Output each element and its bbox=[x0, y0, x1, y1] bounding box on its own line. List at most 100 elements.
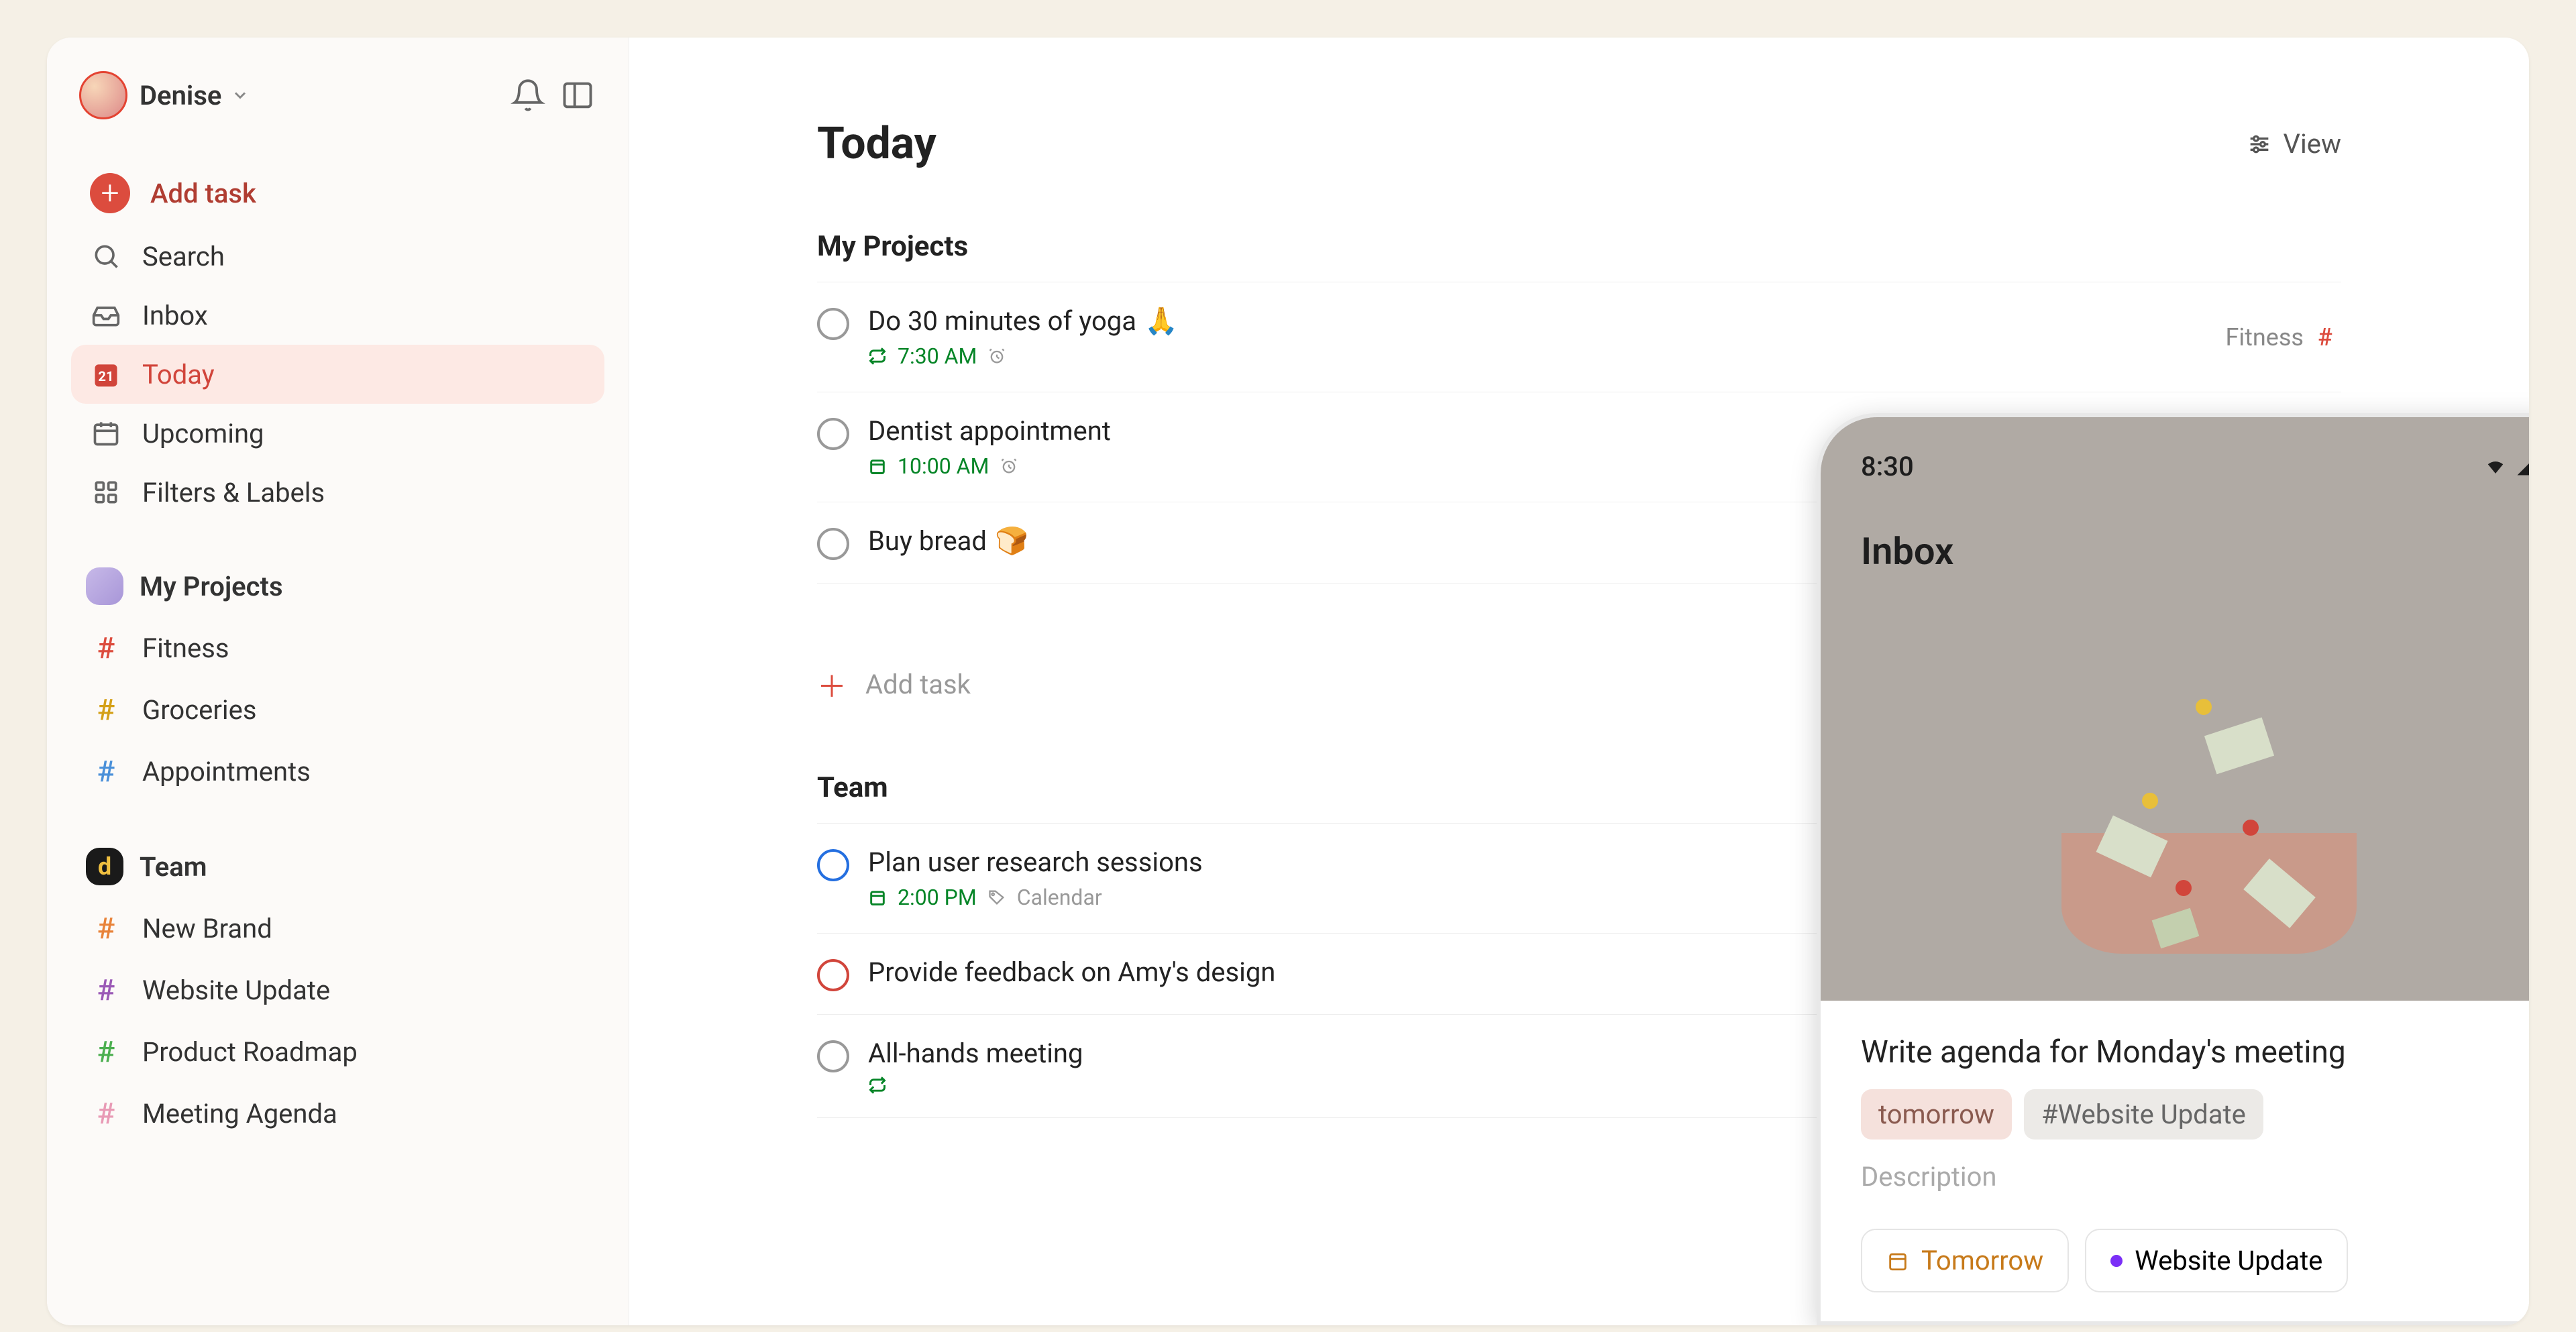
chip-date[interactable]: tomorrow bbox=[1861, 1089, 2012, 1140]
sidebar-item-search[interactable]: Search bbox=[71, 227, 604, 286]
project-product-roadmap[interactable]: # Product Roadmap bbox=[71, 1021, 604, 1083]
sliders-icon bbox=[2246, 131, 2273, 158]
task-emoji: 🍞 bbox=[995, 525, 1028, 557]
task-title: Provide feedback on Amy's design bbox=[868, 956, 1275, 988]
chip-project[interactable]: #Website Update bbox=[2024, 1089, 2263, 1140]
task-project-tag[interactable]: Fitness # bbox=[2225, 323, 2341, 351]
pill-project-label: Website Update bbox=[2135, 1245, 2322, 1276]
phone-inbox-title: Inbox bbox=[1861, 529, 1953, 573]
notifications-icon[interactable] bbox=[509, 76, 547, 114]
task-checkbox[interactable] bbox=[817, 528, 849, 560]
recurring-icon bbox=[868, 347, 887, 366]
task-checkbox[interactable] bbox=[817, 308, 849, 340]
today-label: Today bbox=[142, 359, 215, 390]
plus-icon: ＋ bbox=[817, 663, 847, 706]
alarm-icon bbox=[1000, 457, 1018, 476]
project-label: Product Roadmap bbox=[142, 1036, 358, 1068]
phone-top: 8:30 Inbox bbox=[1821, 417, 2529, 1001]
task-checkbox[interactable] bbox=[817, 959, 849, 991]
project-fitness[interactable]: # Fitness bbox=[71, 617, 604, 679]
add-task-label: Add task bbox=[150, 178, 256, 209]
phone-add-task-sheet: Write agenda for Monday's meeting tomorr… bbox=[1821, 1001, 2529, 1292]
myprojects-avatar-icon bbox=[86, 567, 123, 605]
task-checkbox[interactable] bbox=[817, 849, 849, 881]
date-icon bbox=[868, 457, 887, 476]
alarm-icon bbox=[987, 347, 1006, 366]
panel-toggle-icon[interactable] bbox=[559, 76, 596, 114]
task-row[interactable]: Do 30 minutes of yoga 🙏 7:30 AM bbox=[817, 282, 2341, 392]
task-time: 10:00 AM bbox=[898, 453, 989, 479]
myprojects-header[interactable]: My Projects bbox=[71, 555, 604, 617]
sidebar-item-today[interactable]: 21 Today bbox=[71, 345, 604, 404]
hash-icon: # bbox=[90, 1096, 122, 1131]
project-appointments[interactable]: # Appointments bbox=[71, 740, 604, 802]
view-button[interactable]: View bbox=[2246, 128, 2341, 160]
project-groceries[interactable]: # Groceries bbox=[71, 679, 604, 740]
chevron-down-icon[interactable] bbox=[231, 86, 250, 105]
task-title: Dentist appointment bbox=[868, 415, 1111, 447]
hash-icon: # bbox=[90, 1034, 122, 1069]
project-website-update[interactable]: # Website Update bbox=[71, 959, 604, 1021]
pill-project[interactable]: Website Update bbox=[2085, 1229, 2348, 1292]
add-task-label: Add task bbox=[865, 669, 971, 700]
task-time: 7:30 AM bbox=[898, 343, 977, 369]
search-label: Search bbox=[142, 241, 225, 272]
sheet-description-placeholder[interactable]: Description bbox=[1861, 1161, 2529, 1192]
svg-text:21: 21 bbox=[98, 368, 113, 384]
grid-icon bbox=[90, 476, 122, 508]
pill-date[interactable]: Tomorrow bbox=[1861, 1229, 2069, 1292]
calendar-icon bbox=[90, 417, 122, 449]
user-avatar[interactable] bbox=[79, 71, 127, 119]
filters-label: Filters & Labels bbox=[142, 477, 325, 508]
task-body: Do 30 minutes of yoga 🙏 7:30 AM bbox=[868, 305, 2206, 369]
sheet-chips: tomorrow #Website Update bbox=[1861, 1089, 2529, 1140]
search-icon bbox=[90, 240, 122, 272]
view-label: View bbox=[2284, 128, 2341, 160]
team-label: Team bbox=[140, 851, 207, 883]
empty-state-illustration bbox=[2008, 672, 2410, 954]
user-name[interactable]: Denise bbox=[140, 80, 221, 111]
tag-label: Fitness bbox=[2225, 323, 2304, 351]
project-label: Appointments bbox=[142, 756, 311, 787]
main-header: Today View bbox=[817, 118, 2341, 170]
project-color-dot-icon bbox=[2110, 1255, 2123, 1267]
task-checkbox[interactable] bbox=[817, 1040, 849, 1072]
task-title: Plan user research sessions bbox=[868, 846, 1203, 878]
label-icon bbox=[987, 888, 1006, 907]
hash-icon: # bbox=[90, 973, 122, 1007]
sidebar-item-inbox[interactable]: Inbox bbox=[71, 286, 604, 345]
sheet-task-title[interactable]: Write agenda for Monday's meeting bbox=[1861, 1034, 2529, 1070]
hash-icon: # bbox=[90, 692, 122, 727]
pill-date-label: Tomorrow bbox=[1921, 1245, 2043, 1276]
project-label: Fitness bbox=[142, 632, 229, 664]
sidebar-item-upcoming[interactable]: Upcoming bbox=[71, 404, 604, 463]
project-meeting-agenda[interactable]: # Meeting Agenda bbox=[71, 1083, 604, 1144]
upcoming-label: Upcoming bbox=[142, 418, 264, 449]
task-title: Buy bread bbox=[868, 525, 987, 557]
phone-time: 8:30 bbox=[1861, 451, 1914, 482]
task-checkbox[interactable] bbox=[817, 418, 849, 450]
sidebar-header: Denise bbox=[71, 71, 604, 119]
project-label: Website Update bbox=[142, 975, 330, 1006]
inbox-icon bbox=[90, 299, 122, 331]
wifi-icon bbox=[2482, 457, 2509, 477]
team-header[interactable]: d Team bbox=[71, 836, 604, 897]
calendar-icon bbox=[1886, 1250, 1909, 1272]
phone-inbox-header: Inbox bbox=[1861, 529, 2529, 573]
project-new-brand[interactable]: # New Brand bbox=[71, 897, 604, 959]
task-time: 2:00 PM bbox=[898, 885, 977, 910]
phone-mockup: 8:30 Inbox bbox=[1817, 413, 2529, 1325]
task-title: All-hands meeting bbox=[868, 1038, 1083, 1069]
sheet-pill-row: Tomorrow Website Update bbox=[1861, 1229, 2529, 1292]
hash-icon: # bbox=[90, 630, 122, 665]
sidebar-item-filters[interactable]: Filters & Labels bbox=[71, 463, 604, 522]
signal-icon bbox=[2514, 457, 2529, 477]
task-title: Do 30 minutes of yoga bbox=[868, 305, 1136, 337]
add-task-button[interactable]: + Add task bbox=[71, 160, 604, 227]
plus-icon: + bbox=[90, 173, 130, 213]
inbox-label: Inbox bbox=[142, 300, 208, 331]
phone-status-bar: 8:30 bbox=[1861, 451, 2529, 482]
app-window: Denise + Add task Search bbox=[47, 38, 2529, 1325]
hash-icon: # bbox=[2309, 323, 2341, 351]
main-content: Today View My Projects Do 30 minutes of … bbox=[629, 38, 2529, 1325]
